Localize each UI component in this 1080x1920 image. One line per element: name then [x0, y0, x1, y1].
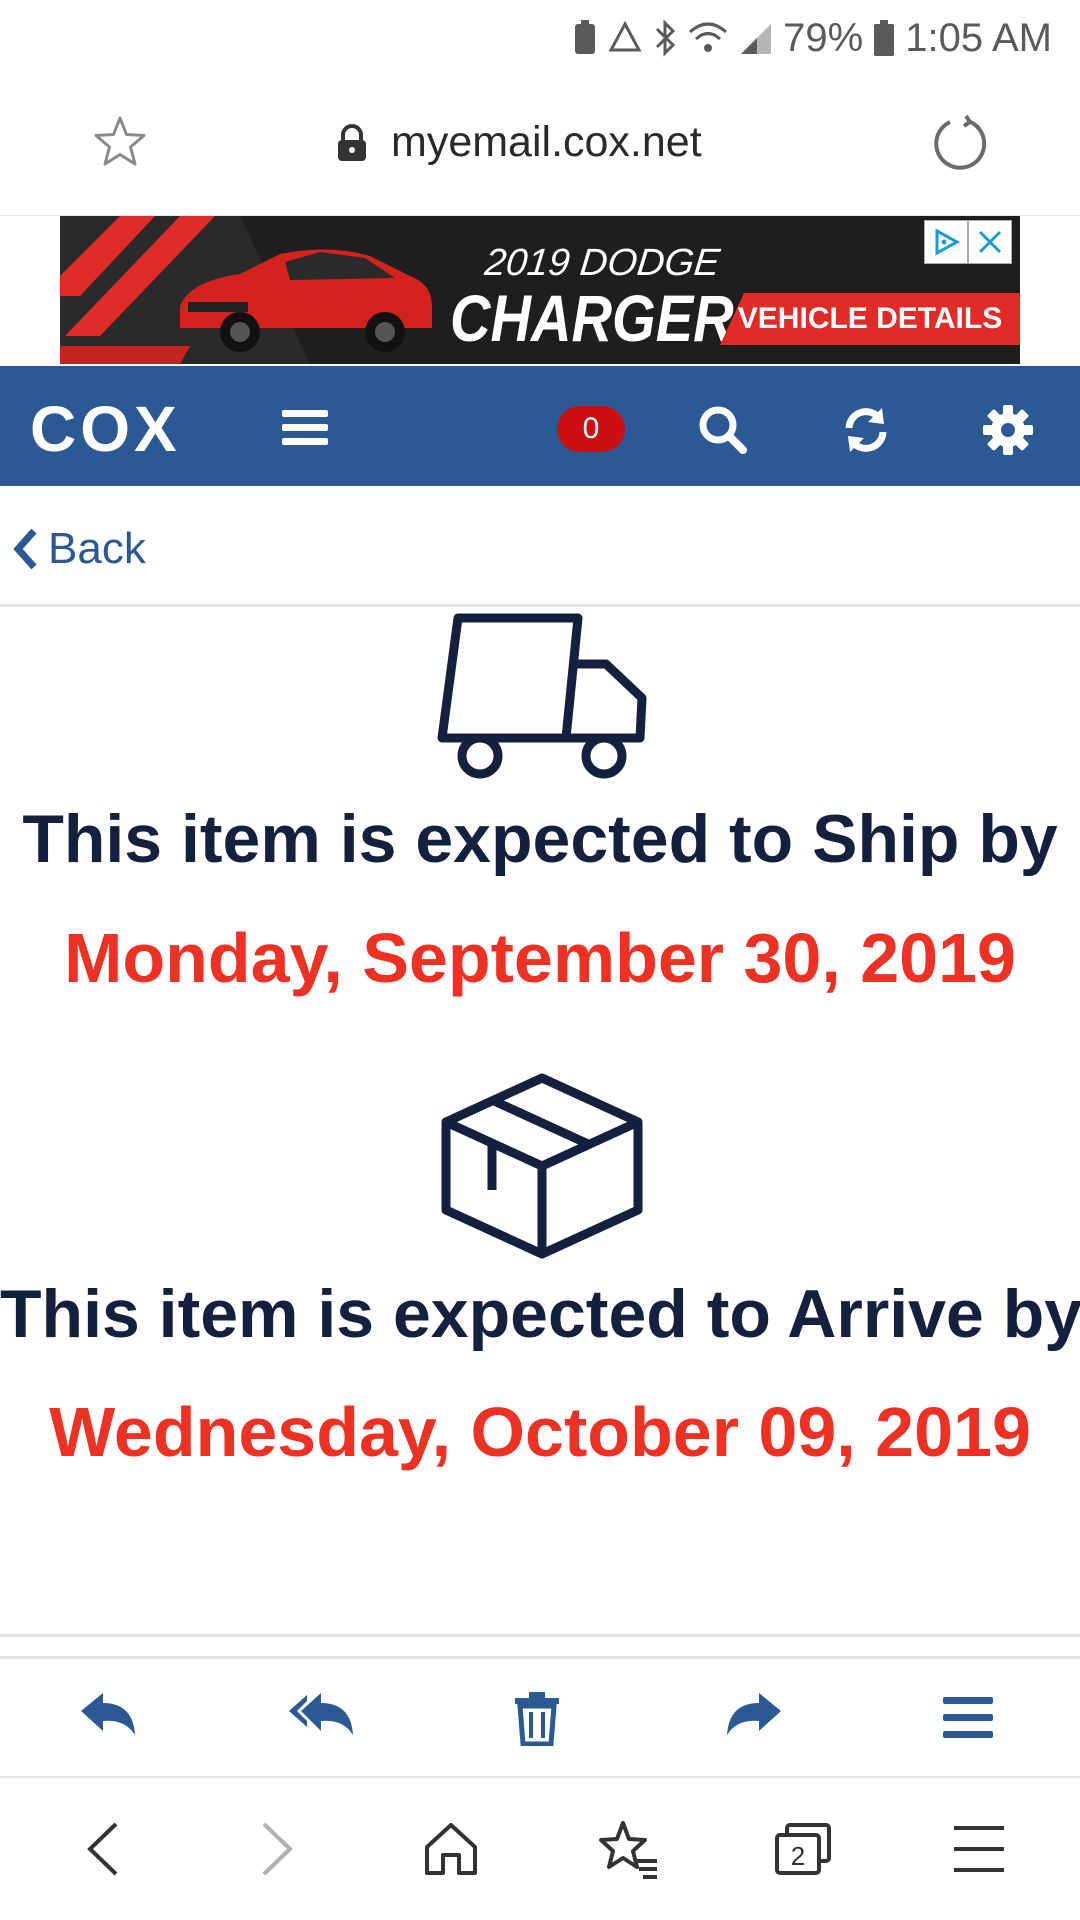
- refresh-icon[interactable]: [840, 404, 892, 456]
- reload-icon[interactable]: [930, 112, 990, 172]
- ad-banner[interactable]: 2019 DODGE CHARGER VEHICLE DETAILS: [60, 216, 1020, 364]
- home-icon[interactable]: [418, 1816, 484, 1882]
- forward-icon[interactable]: [716, 1688, 792, 1748]
- url-field[interactable]: myemail.cox.net: [335, 118, 702, 167]
- status-icons: 79% 1:05 AM: [573, 12, 1052, 64]
- ad-cta-button[interactable]: VEHICLE DETAILS: [720, 293, 1020, 345]
- clock: 1:05 AM: [905, 15, 1052, 60]
- bluetooth-icon: [653, 19, 677, 57]
- app-header: COX 0: [0, 366, 1080, 486]
- reply-all-icon[interactable]: [284, 1688, 360, 1748]
- divider: [0, 1634, 1080, 1637]
- more-menu-icon[interactable]: [930, 1688, 1006, 1748]
- truck-icon: [436, 612, 648, 782]
- cox-logo[interactable]: COX: [30, 392, 181, 466]
- back-button[interactable]: Back: [12, 524, 146, 574]
- bookmark-star-icon[interactable]: [92, 114, 148, 170]
- reply-icon[interactable]: [70, 1688, 146, 1748]
- divider: [0, 1656, 1080, 1659]
- lock-icon: [335, 123, 369, 163]
- tabs-icon[interactable]: 2: [770, 1816, 836, 1882]
- wifi-icon: [687, 20, 729, 56]
- battery-saver-icon: [573, 20, 597, 56]
- browser-menu-icon[interactable]: [946, 1816, 1012, 1882]
- settings-gear-icon[interactable]: [982, 404, 1034, 456]
- back-label: Back: [48, 524, 146, 573]
- battery-icon: [873, 19, 895, 57]
- browser-forward-icon[interactable]: [248, 1816, 308, 1882]
- recycle-icon: [607, 20, 643, 56]
- menu-icon[interactable]: [280, 406, 330, 450]
- search-icon[interactable]: [697, 404, 749, 456]
- chevron-left-icon: [12, 527, 40, 571]
- battery-percent: 79%: [783, 15, 864, 60]
- delete-trash-icon[interactable]: [502, 1688, 572, 1748]
- address-bar: myemail.cox.net: [0, 78, 1080, 216]
- ad-choices[interactable]: [924, 220, 1012, 264]
- tab-count: 2: [791, 1841, 805, 1871]
- arrive-by-text: This item is expected to Arrive by: [0, 1276, 1080, 1352]
- ad-headline-small: 2019 DODGE: [482, 242, 722, 284]
- status-bar: 79% 1:05 AM: [0, 0, 1080, 78]
- bookmarks-icon[interactable]: [596, 1816, 662, 1882]
- url-text: myemail.cox.net: [391, 118, 702, 166]
- unread-count-badge[interactable]: 0: [557, 406, 625, 452]
- arrive-by-date: Wednesday, October 09, 2019: [49, 1393, 1031, 1471]
- browser-back-icon[interactable]: [72, 1816, 132, 1882]
- package-box-icon: [440, 1072, 644, 1260]
- mail-action-toolbar: [0, 1660, 1080, 1778]
- back-row: Back: [0, 486, 1080, 607]
- ship-by-date: Monday, September 30, 2019: [64, 919, 1016, 997]
- browser-navigation-bar: 2: [0, 1778, 1080, 1920]
- ad-close-icon[interactable]: [968, 220, 1012, 264]
- signal-icon: [739, 20, 773, 56]
- ad-headline-large: CHARGER: [450, 281, 734, 355]
- ad-choices-icon[interactable]: [924, 220, 968, 264]
- car-image: [180, 249, 432, 352]
- ship-by-text: This item is expected to Ship by: [22, 801, 1058, 877]
